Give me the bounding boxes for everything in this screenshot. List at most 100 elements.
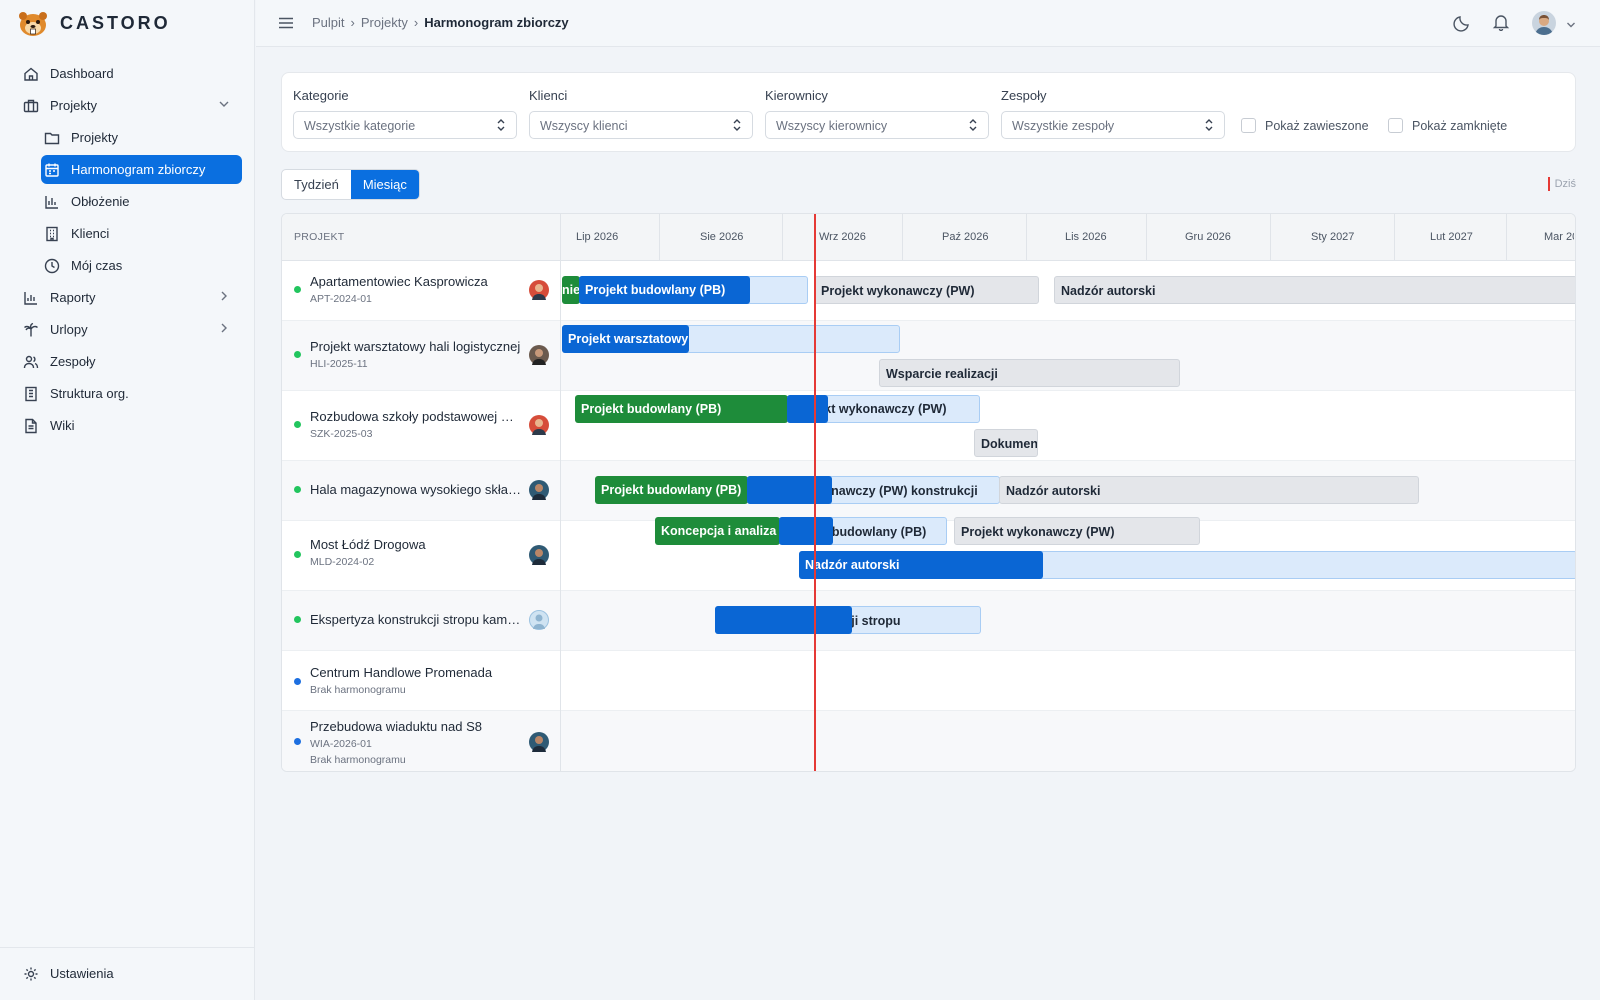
palm-tree-icon — [22, 321, 40, 339]
gantt-bar[interactable]: Projekt budowlany (PB) — [595, 476, 748, 504]
sidebar-item-moj-czas[interactable]: Mój czas — [41, 251, 242, 280]
updown-icon — [496, 118, 506, 135]
breadcrumb-item-pulpit[interactable]: Pulpit — [312, 15, 345, 30]
gantt-bar[interactable]: Nadzór autorski — [999, 476, 1419, 504]
gantt-bar[interactable]: Koncepcja i analiza wariantów — [655, 517, 780, 545]
sidebar-item-klienci[interactable]: Klienci — [41, 219, 242, 248]
sidebar-item-oblozenie[interactable]: Obłożenie — [41, 187, 242, 216]
gantt-bar[interactable]: Projekt wykonawczy (PW) — [954, 517, 1200, 545]
zespoly-select[interactable]: Wszystkie zespoły — [1001, 111, 1225, 139]
calendar-icon — [43, 161, 61, 179]
sidebar-item-urlopy[interactable]: Urlopy — [20, 315, 240, 344]
gantt-chart: PROJEKT Lip 2026 Sie 2026 Wrz 2026 Paź 2… — [281, 213, 1576, 772]
month-label: Gru 2026 — [1185, 231, 1231, 243]
filter-label-kategorie: Kategorie — [293, 88, 349, 103]
sidebar-item-label: Projekty — [71, 130, 118, 145]
kategorie-select[interactable]: Wszystkie kategorie — [293, 111, 517, 139]
kierownicy-select[interactable]: Wszyscy kierownicy — [765, 111, 989, 139]
klienci-select[interactable]: Wszyscy klienci — [529, 111, 753, 139]
today-line — [814, 214, 816, 771]
sidebar-item-label: Projekty — [50, 98, 97, 113]
gantt-bar[interactable]: Ekspertyza konstrukcji stropu — [715, 606, 981, 634]
project-column — [282, 214, 561, 771]
sidebar-item-label: Wiki — [50, 418, 75, 433]
checkbox-box[interactable] — [1241, 118, 1256, 133]
sidebar-item-label: Zespoły — [50, 354, 96, 369]
updown-icon — [968, 118, 978, 135]
building-icon — [43, 225, 61, 243]
gantt-bar[interactable]: Wsparcie realizacji — [879, 359, 1180, 387]
topbar: Pulpit › Projekty › Harmonogram zbiorczy — [256, 0, 1600, 47]
checkbox-label: Pokaż zamknięte — [1412, 118, 1508, 133]
month-label: Wrz 2026 — [819, 231, 866, 243]
sidebar-item-struktura-org[interactable]: Struktura org. — [20, 379, 240, 408]
month-divider — [902, 214, 903, 261]
tab-miesiac[interactable]: Miesiąc — [350, 170, 419, 199]
gantt-bar[interactable]: nie — [562, 276, 580, 304]
moon-icon[interactable] — [1453, 14, 1471, 35]
logo[interactable]: CASTORO — [0, 0, 254, 47]
sidebar-item-harmonogram-zbiorczy[interactable]: Harmonogram zbiorczy — [41, 155, 242, 184]
month-divider — [782, 214, 783, 261]
settings-section: Ustawienia — [0, 947, 254, 1000]
sidebar-item-label: Struktura org. — [50, 386, 129, 401]
breadcrumb-separator: › — [350, 15, 355, 30]
gantt-bar[interactable]: Dokumentacja — [974, 429, 1038, 457]
checkbox-label: Pokaż zawieszone — [1265, 118, 1369, 133]
user-avatar[interactable] — [1532, 11, 1556, 35]
kategorie-value: Wszystkie kategorie — [304, 119, 416, 133]
gantt-bar[interactable]: Projekt warsztatowy — [562, 325, 689, 353]
gantt-bar[interactable]: Projekt wykonawczy (PW) — [814, 276, 1039, 304]
sidebar-item-dashboard[interactable]: Dashboard — [20, 59, 240, 88]
month-divider — [1146, 214, 1147, 261]
month-divider — [1270, 214, 1271, 261]
bell-icon[interactable] — [1492, 13, 1510, 34]
month-label: Sty 2027 — [1311, 231, 1355, 243]
sidebar-item-zespoly[interactable]: Zespoły — [20, 347, 240, 376]
sidebar-item-wiki[interactable]: Wiki — [20, 411, 240, 440]
filter-label-zespoly: Zespoły — [1001, 88, 1047, 103]
month-divider — [1506, 214, 1507, 261]
checkbox-box[interactable] — [1388, 118, 1403, 133]
pokaz-zawieszone-checkbox[interactable]: Pokaż zawieszone — [1241, 118, 1369, 133]
gantt-bar[interactable]: Nadzór autorski — [799, 551, 1043, 579]
home-icon — [22, 65, 40, 83]
gantt-bar[interactable]: Projekt budowlany (PB) — [779, 517, 947, 545]
sidebar-item-ustawienia[interactable]: Ustawienia — [20, 959, 240, 988]
updown-icon — [1204, 118, 1214, 135]
today-legend: Dziś — [1547, 177, 1576, 191]
sidebar-item-raporty[interactable]: Raporty — [20, 283, 240, 312]
month-divider — [1394, 214, 1395, 261]
gantt-bar[interactable]: Projekt budowlany (PB) — [575, 395, 788, 423]
breadcrumb-item-projekty[interactable]: Projekty — [361, 15, 408, 30]
today-marker-icon — [1547, 177, 1550, 191]
filter-label-klienci: Klienci — [529, 88, 568, 103]
app-name: CASTORO — [60, 13, 171, 33]
users-icon — [22, 353, 40, 371]
month-label: Paź 2026 — [942, 231, 989, 243]
document-icon — [22, 417, 40, 435]
sidebar-item-label: Mój czas — [71, 258, 123, 273]
sidebar: CASTORO Dashboard Projekty Projekty Harm… — [0, 0, 255, 1000]
gear-icon — [22, 965, 40, 983]
month-divider — [1026, 214, 1027, 261]
sidebar-item-projekty-group[interactable]: Projekty — [20, 91, 240, 120]
gantt-bar[interactable]: Projekt wykonawczy (PW) — [787, 395, 989, 423]
chevron-right-icon — [218, 290, 230, 305]
tab-tydzien[interactable]: Tydzień — [282, 170, 351, 199]
pokaz-zamkniete-checkbox[interactable]: Pokaż zamknięte — [1388, 118, 1507, 133]
zespoly-value: Wszystkie zespoły — [1012, 119, 1115, 133]
menu-icon[interactable] — [278, 15, 294, 34]
bar-chart-icon — [43, 193, 61, 211]
chevron-down-icon[interactable] — [1566, 18, 1576, 33]
sidebar-item-label: Urlopy — [50, 322, 88, 337]
filter-panel: Kategorie Wszystkie kategorie Klienci Ws… — [281, 72, 1576, 152]
gantt-bar[interactable]: Projekt budowlany (PB) — [579, 276, 750, 304]
beaver-logo-icon — [19, 11, 47, 36]
klienci-value: Wszyscy klienci — [540, 119, 628, 133]
sidebar-item-projekty[interactable]: Projekty — [41, 123, 242, 152]
gantt-bar[interactable]: Projekt wykonawczy (PW) konstrukcji — [747, 476, 1000, 504]
gantt-bar[interactable]: Nadzór autorski — [1054, 276, 1575, 304]
updown-icon — [732, 118, 742, 135]
month-label: Mar 2027 — [1544, 231, 1574, 243]
